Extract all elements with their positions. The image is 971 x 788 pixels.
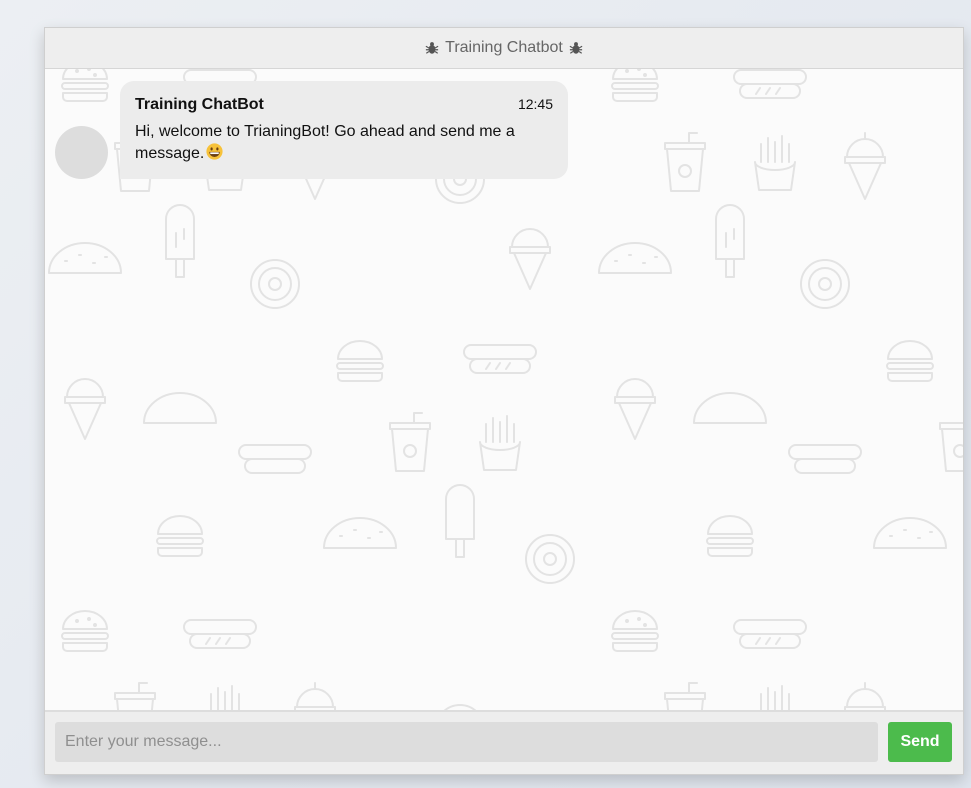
message-bubble: Training ChatBot 12:45 Hi, welcome to Tr… [120,81,568,179]
chat-messages-area[interactable]: Training ChatBot 12:45 Hi, welcome to Tr… [45,69,963,710]
message-text: Hi, welcome to TrianingBot! Go ahead and… [135,123,515,162]
bug-icon [569,42,583,54]
bug-icon [425,42,439,54]
message-composer: Send [45,710,963,774]
message-text-container: Hi, welcome to TrianingBot! Go ahead and… [135,121,553,165]
message-row: Training ChatBot 12:45 Hi, welcome to Tr… [55,81,568,179]
message-time: 12:45 [517,96,553,112]
chat-header: Training Chatbot [45,28,963,69]
grinning-face-icon [206,143,223,160]
chat-window: Training Chatbot Training ChatBot 12:45 … [44,27,964,775]
message-sender: Training ChatBot [135,96,264,113]
chat-title: Training Chatbot [445,39,563,56]
message-input[interactable] [55,722,878,762]
avatar [55,126,108,179]
send-button[interactable]: Send [888,722,952,762]
